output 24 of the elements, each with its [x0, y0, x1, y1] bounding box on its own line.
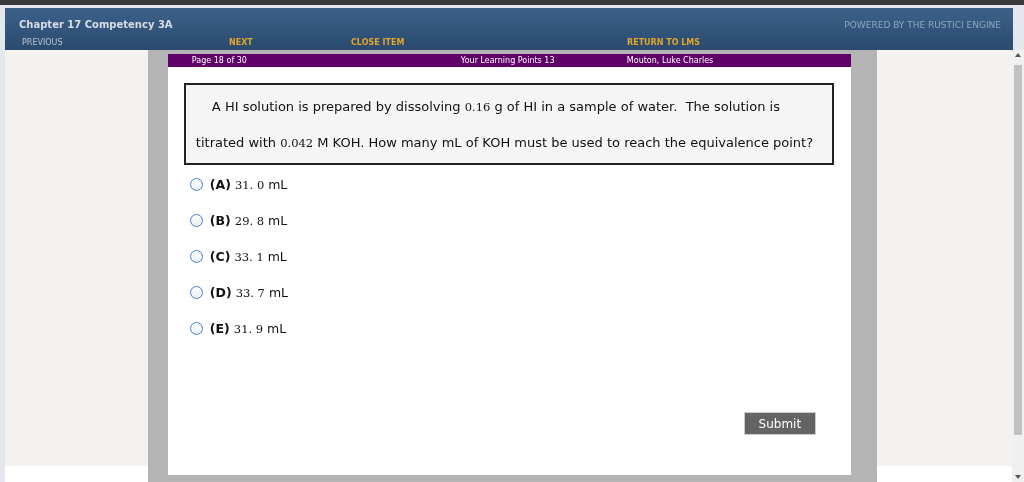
scroll-up-icon[interactable]	[1015, 53, 1022, 57]
course-title: Chapter 17 Competency 3A	[19, 19, 173, 30]
scroll-down-icon[interactable]	[1015, 475, 1022, 479]
scrollbar[interactable]	[1012, 50, 1024, 482]
answer-option[interactable]: (A) 31. 0 mL	[209, 176, 288, 192]
nav-link[interactable]: CLOSE ITEM	[351, 38, 405, 48]
question-text: A HI solution is prepared by dissolving 0.16 g of HI in a sample of water. The solution is	[210, 98, 781, 116]
learning-points: Your Learning Points 13	[460, 56, 555, 65]
nav-link[interactable]: RETURN TO LMS	[627, 38, 701, 48]
powered-by-text: POWERED BY THE RUSTICI ENGINE	[844, 19, 1001, 30]
page-counter: Page 18 of 30	[191, 56, 247, 65]
answer-option[interactable]: (C) 33. 1 mL	[209, 248, 287, 264]
radio-button[interactable]	[189, 177, 203, 191]
radio-button[interactable]	[189, 213, 203, 227]
radio-button[interactable]	[189, 249, 203, 263]
answer-option[interactable]: (E) 31. 9 mL	[209, 320, 287, 336]
question-text: titrated with 0.042 M KOH. How many mL of KOH must be used to reach the equivalence point?	[195, 134, 815, 152]
radio-button[interactable]	[189, 321, 203, 335]
user-name: Mouton, Luke Charles	[626, 56, 714, 65]
submit-button[interactable]: Submit	[743, 412, 816, 435]
nav-link[interactable]: NEXT	[229, 38, 253, 48]
radio-button[interactable]	[189, 285, 203, 299]
answer-option[interactable]: (B) 29. 8 mL	[209, 212, 288, 228]
answer-option[interactable]: (D) 33. 7 mL	[209, 284, 289, 300]
